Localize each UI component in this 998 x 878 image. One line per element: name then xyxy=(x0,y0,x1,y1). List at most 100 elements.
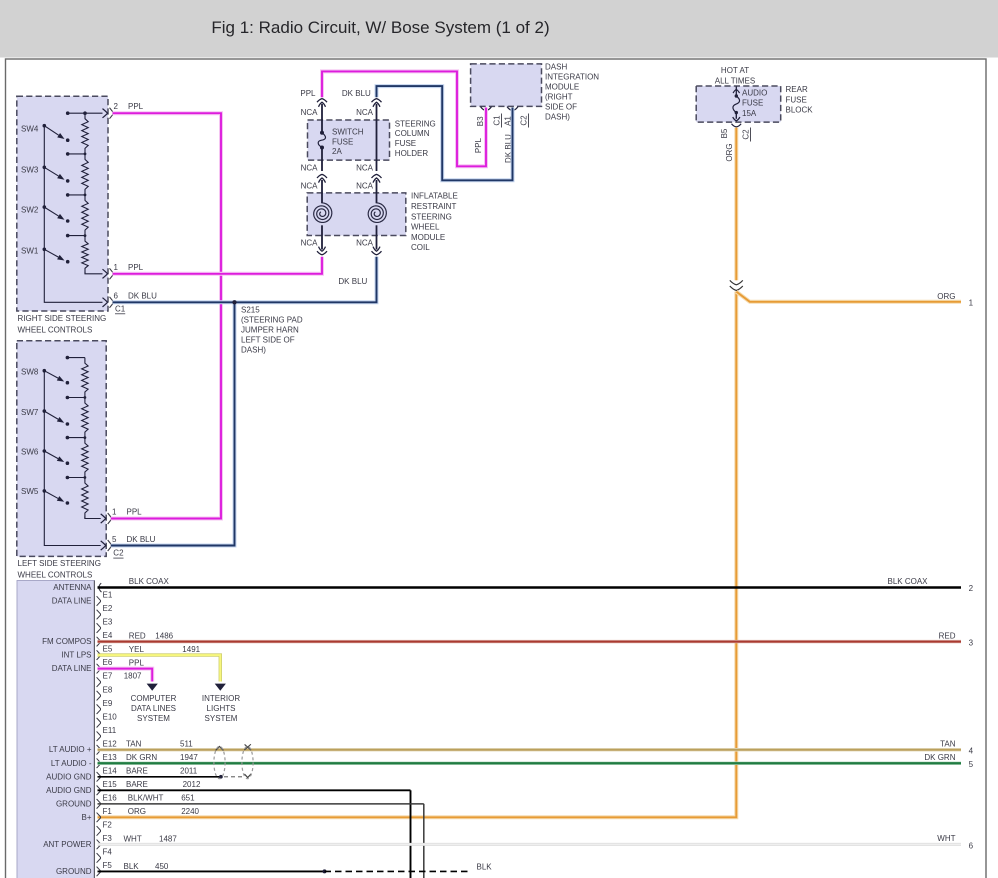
svg-text:SW4: SW4 xyxy=(21,125,39,134)
svg-text:2011: 2011 xyxy=(180,767,198,776)
svg-text:PPL: PPL xyxy=(128,102,144,111)
svg-text:C2: C2 xyxy=(113,549,124,558)
svg-text:1807: 1807 xyxy=(124,672,142,681)
svg-text:SW3: SW3 xyxy=(21,165,39,174)
svg-text:E16: E16 xyxy=(103,793,118,802)
svg-text:WHEEL CONTROLS: WHEEL CONTROLS xyxy=(18,325,93,334)
svg-text:ORG: ORG xyxy=(937,292,955,301)
svg-text:DK GRN: DK GRN xyxy=(924,753,955,762)
svg-text:BLK: BLK xyxy=(124,862,140,871)
svg-text:INTERIOR: INTERIOR xyxy=(202,694,240,703)
svg-text:INTEGRATION: INTEGRATION xyxy=(545,72,599,81)
svg-text:DASH): DASH) xyxy=(241,345,266,354)
svg-text:651: 651 xyxy=(181,794,195,803)
svg-text:COIL: COIL xyxy=(411,243,430,252)
svg-text:DATA LINE: DATA LINE xyxy=(52,664,92,673)
svg-text:RESTRAINT: RESTRAINT xyxy=(411,202,456,211)
svg-text:ANT POWER: ANT POWER xyxy=(43,840,92,849)
svg-text:WHT: WHT xyxy=(937,834,955,843)
svg-text:E12: E12 xyxy=(103,739,118,748)
svg-text:C1: C1 xyxy=(493,115,502,126)
svg-text:STEERING: STEERING xyxy=(411,212,452,221)
svg-text:GROUND: GROUND xyxy=(56,799,92,808)
svg-text:F2: F2 xyxy=(103,820,113,829)
svg-text:NCA: NCA xyxy=(356,164,374,173)
svg-text:E13: E13 xyxy=(103,753,118,762)
svg-text:INFLATABLE: INFLATABLE xyxy=(411,192,458,201)
svg-text:LEFT SIDE STEERING: LEFT SIDE STEERING xyxy=(18,559,101,568)
svg-text:COLUMN: COLUMN xyxy=(395,129,430,138)
svg-text:YEL: YEL xyxy=(129,645,145,654)
svg-text:AUDIO GND: AUDIO GND xyxy=(46,772,92,781)
svg-text:F4: F4 xyxy=(103,848,113,857)
svg-text:Fig 1: Radio Circuit, W/ Bose: Fig 1: Radio Circuit, W/ Bose System (1 … xyxy=(211,18,549,37)
svg-text:PPL: PPL xyxy=(300,89,316,98)
svg-text:DK BLU: DK BLU xyxy=(128,292,157,301)
svg-text:3: 3 xyxy=(969,638,974,647)
svg-text:SW6: SW6 xyxy=(21,447,39,456)
svg-text:PPL: PPL xyxy=(474,137,483,153)
svg-text:E4: E4 xyxy=(103,631,113,640)
svg-text:BARE: BARE xyxy=(126,767,148,776)
svg-text:AUDIO: AUDIO xyxy=(742,88,767,97)
svg-text:FM COMPOS: FM COMPOS xyxy=(42,637,91,646)
svg-text:2012: 2012 xyxy=(183,780,201,789)
svg-text:B+: B+ xyxy=(81,813,91,822)
svg-text:LT AUDIO +: LT AUDIO + xyxy=(49,745,92,754)
svg-text:STEERING: STEERING xyxy=(395,119,436,128)
svg-text:(STEERING PAD: (STEERING PAD xyxy=(241,316,303,325)
svg-text:ALL TIMES: ALL TIMES xyxy=(715,76,755,85)
svg-text:E8: E8 xyxy=(103,685,113,694)
svg-text:DATA LINE: DATA LINE xyxy=(52,597,92,606)
svg-text:LEFT SIDE OF: LEFT SIDE OF xyxy=(241,335,295,344)
svg-text:SYSTEM: SYSTEM xyxy=(205,714,238,723)
svg-text:2: 2 xyxy=(114,102,119,111)
svg-text:1487: 1487 xyxy=(159,834,177,843)
svg-text:DASH: DASH xyxy=(545,62,567,71)
svg-text:1491: 1491 xyxy=(182,645,200,654)
svg-text:E10: E10 xyxy=(103,712,118,721)
svg-text:511: 511 xyxy=(180,740,193,749)
svg-text:BARE: BARE xyxy=(126,780,148,789)
svg-text:E15: E15 xyxy=(103,780,118,789)
svg-text:DK BLU: DK BLU xyxy=(127,535,156,544)
svg-text:C2: C2 xyxy=(742,129,751,140)
svg-text:HOLDER: HOLDER xyxy=(395,149,429,158)
svg-text:1: 1 xyxy=(112,508,117,517)
svg-text:SIDE OF: SIDE OF xyxy=(545,103,577,112)
svg-text:C1: C1 xyxy=(115,304,126,313)
svg-text:FUSE: FUSE xyxy=(786,95,807,104)
svg-text:6: 6 xyxy=(969,841,974,850)
svg-text:F1: F1 xyxy=(103,807,113,816)
svg-text:JUMPER HARN: JUMPER HARN xyxy=(241,326,299,335)
svg-text:C2: C2 xyxy=(520,115,529,126)
svg-text:15A: 15A xyxy=(742,109,757,118)
svg-text:MODULE: MODULE xyxy=(545,82,579,91)
svg-text:450: 450 xyxy=(155,862,169,871)
svg-text:E7: E7 xyxy=(103,672,113,681)
svg-text:DATA LINES: DATA LINES xyxy=(131,704,176,713)
svg-text:1: 1 xyxy=(114,263,119,272)
svg-text:E2: E2 xyxy=(103,604,113,613)
svg-text:TAN: TAN xyxy=(940,739,956,748)
svg-text:DK GRN: DK GRN xyxy=(126,753,157,762)
svg-text:E14: E14 xyxy=(103,766,118,775)
svg-text:B3: B3 xyxy=(476,116,485,126)
svg-text:RIGHT SIDE STEERING: RIGHT SIDE STEERING xyxy=(18,314,107,323)
svg-text:WHEEL: WHEEL xyxy=(411,223,440,232)
svg-text:ORG: ORG xyxy=(128,807,146,816)
svg-text:ANTENNA: ANTENNA xyxy=(53,583,92,592)
svg-text:PPL: PPL xyxy=(128,263,144,272)
svg-text:RED: RED xyxy=(939,631,956,640)
svg-text:AUDIO GND: AUDIO GND xyxy=(46,786,92,795)
svg-text:DK BLU: DK BLU xyxy=(338,277,367,286)
svg-text:4: 4 xyxy=(969,747,974,756)
svg-text:SW2: SW2 xyxy=(21,206,39,215)
svg-text:2: 2 xyxy=(969,584,974,593)
svg-text:5: 5 xyxy=(112,535,117,544)
svg-text:SW8: SW8 xyxy=(21,368,39,377)
svg-text:BLOCK: BLOCK xyxy=(786,106,814,115)
svg-text:ORG: ORG xyxy=(725,143,734,161)
svg-text:HOT AT: HOT AT xyxy=(721,66,749,75)
svg-text:(RIGHT: (RIGHT xyxy=(545,92,573,101)
